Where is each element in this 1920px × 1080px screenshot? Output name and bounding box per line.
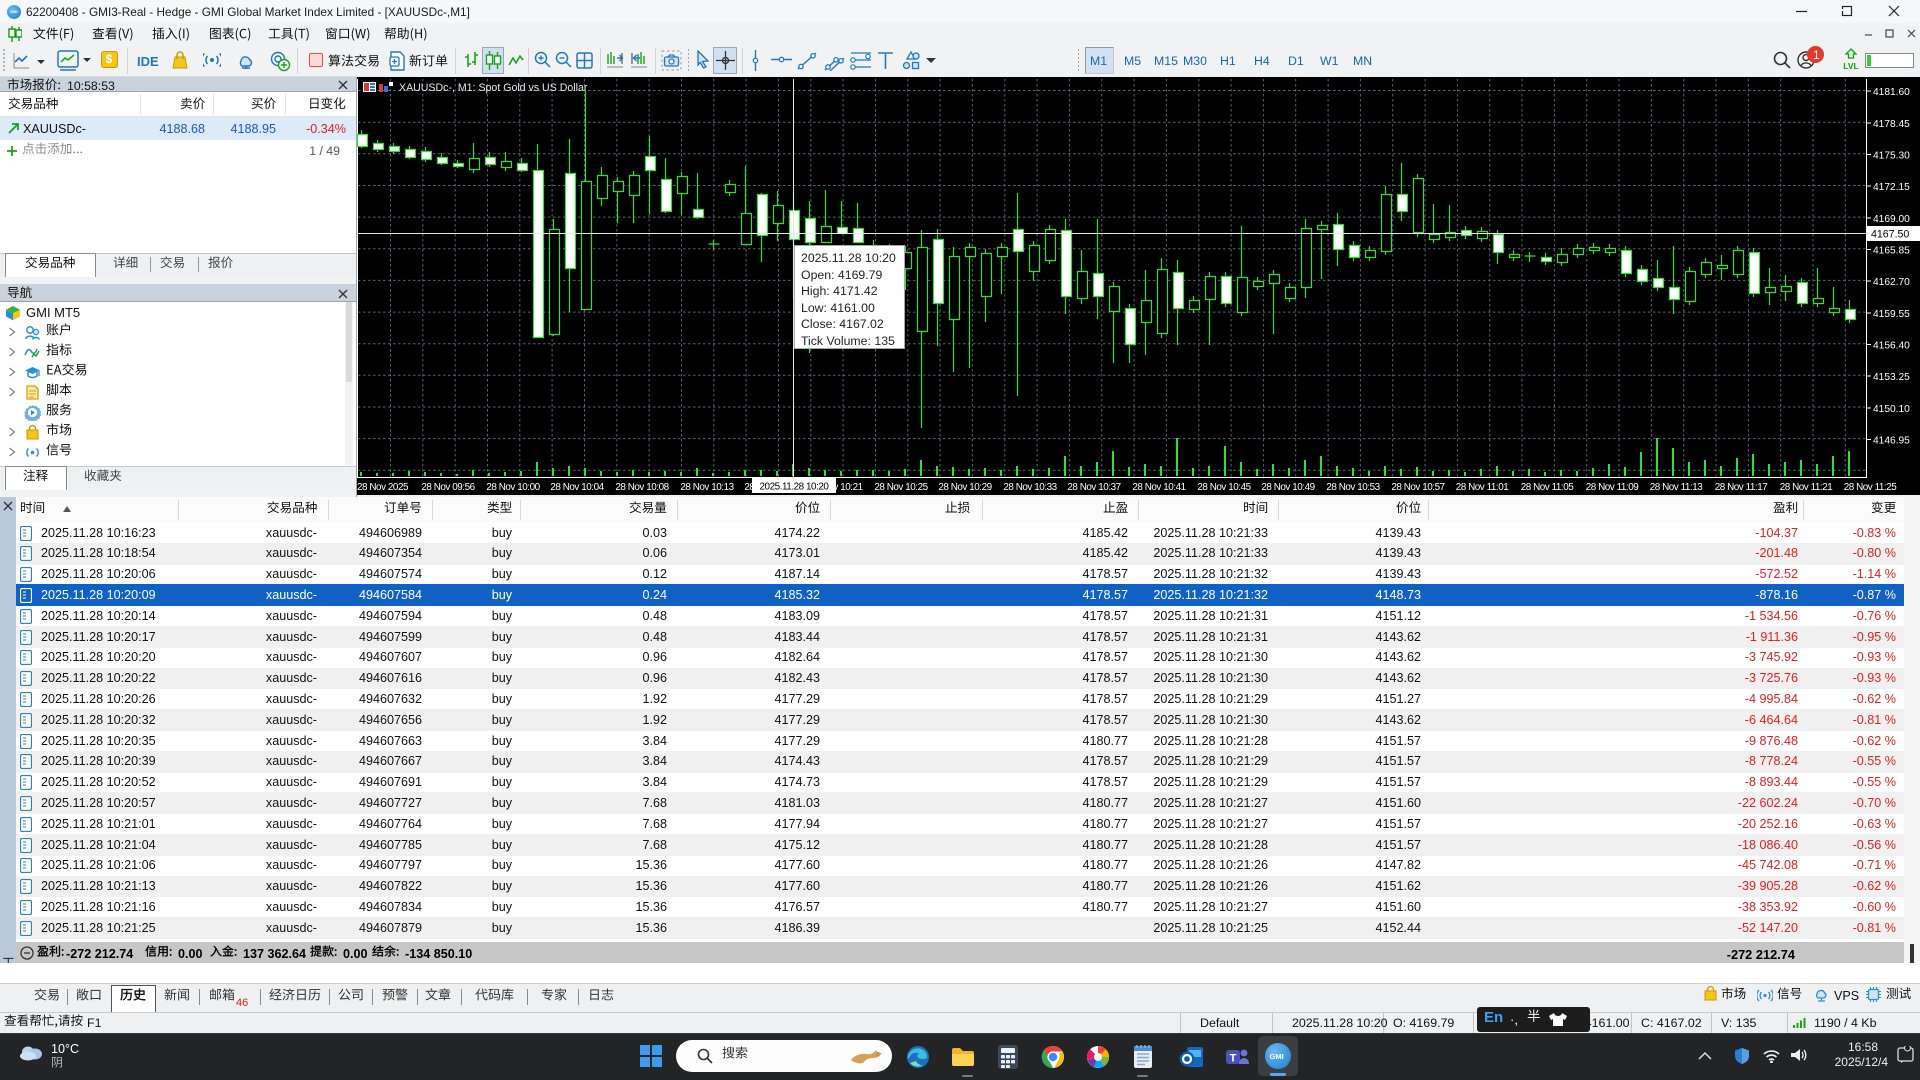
svg-text:28 Nov 11:17: 28 Nov 11:17: [1715, 482, 1768, 493]
svg-text:28 Nov 10:25: 28 Nov 10:25: [874, 482, 928, 493]
svg-text:LVL: LVL: [1843, 61, 1858, 71]
svg-text:28 Nov 10:57: 28 Nov 10:57: [1391, 482, 1444, 493]
svg-text:Open: 4169.79: Open: 4169.79: [801, 268, 883, 282]
svg-text:4162.70: 4162.70: [1873, 277, 1910, 288]
svg-text:28 Nov 10:49: 28 Nov 10:49: [1261, 482, 1315, 493]
svg-text:28 Nov 11:21: 28 Nov 11:21: [1780, 482, 1834, 493]
svg-text:2025.11.28 10:20: 2025.11.28 10:20: [801, 251, 896, 265]
svg-text:4165.85: 4165.85: [1873, 246, 1910, 257]
svg-text:Close: 4167.02: Close: 4167.02: [801, 317, 884, 331]
svg-text:4146.95: 4146.95: [1873, 436, 1910, 447]
svg-text:28 Nov 10:37: 28 Nov 10:37: [1067, 482, 1120, 493]
svg-text:28 Nov 10:04: 28 Nov 10:04: [550, 482, 604, 493]
svg-text:28 Nov 11:05: 28 Nov 11:05: [1521, 482, 1575, 493]
svg-text:28 Nov 11:25: 28 Nov 11:25: [1844, 482, 1898, 493]
svg-text:4175.30: 4175.30: [1873, 151, 1910, 162]
svg-text:4181.60: 4181.60: [1873, 87, 1910, 98]
svg-text:4153.25: 4153.25: [1873, 372, 1910, 383]
svg-text:Tick Volume: 135: Tick Volume: 135: [801, 334, 895, 348]
svg-text:4172.15: 4172.15: [1873, 182, 1910, 193]
svg-text:28 Nov 09:56: 28 Nov 09:56: [421, 482, 475, 493]
svg-text:4156.40: 4156.40: [1873, 341, 1910, 352]
svg-text:T: T: [1230, 1053, 1237, 1065]
svg-text:28 Nov 10:53: 28 Nov 10:53: [1326, 482, 1380, 493]
svg-text:28 Nov 11:01: 28 Nov 11:01: [1456, 482, 1510, 493]
svg-text:28 Nov 10:13: 28 Nov 10:13: [680, 482, 734, 493]
svg-text:28 Nov 10:00: 28 Nov 10:00: [486, 482, 540, 493]
svg-text:High: 4171.42: High: 4171.42: [801, 284, 878, 298]
svg-text:28 Nov 10:08: 28 Nov 10:08: [615, 482, 669, 493]
svg-text:28 Nov 11:09: 28 Nov 11:09: [1586, 482, 1640, 493]
svg-text:4169.00: 4169.00: [1873, 214, 1910, 225]
svg-text:4167.50: 4167.50: [1871, 229, 1909, 241]
svg-text:Low: 4161.00: Low: 4161.00: [801, 301, 875, 315]
svg-text:28 Nov 10:33: 28 Nov 10:33: [1003, 482, 1057, 493]
svg-text:28 Nov 10:41: 28 Nov 10:41: [1132, 482, 1186, 493]
svg-text:XAUUSDc-, M1: Spot Gold vs US: XAUUSDc-, M1: Spot Gold vs US Dollar: [399, 82, 588, 94]
svg-text:28 Nov 10:45: 28 Nov 10:45: [1197, 482, 1251, 493]
svg-text:2025.11.28 10:20: 2025.11.28 10:20: [760, 482, 830, 493]
svg-text:4150.10: 4150.10: [1873, 404, 1910, 415]
svg-text:4159.55: 4159.55: [1873, 309, 1910, 320]
svg-text:28 Nov 2025: 28 Nov 2025: [357, 482, 409, 493]
svg-text:4178.45: 4178.45: [1873, 119, 1910, 130]
svg-text:28 Nov 11:13: 28 Nov 11:13: [1650, 482, 1704, 493]
svg-text:28 Nov 10:29: 28 Nov 10:29: [938, 482, 992, 493]
